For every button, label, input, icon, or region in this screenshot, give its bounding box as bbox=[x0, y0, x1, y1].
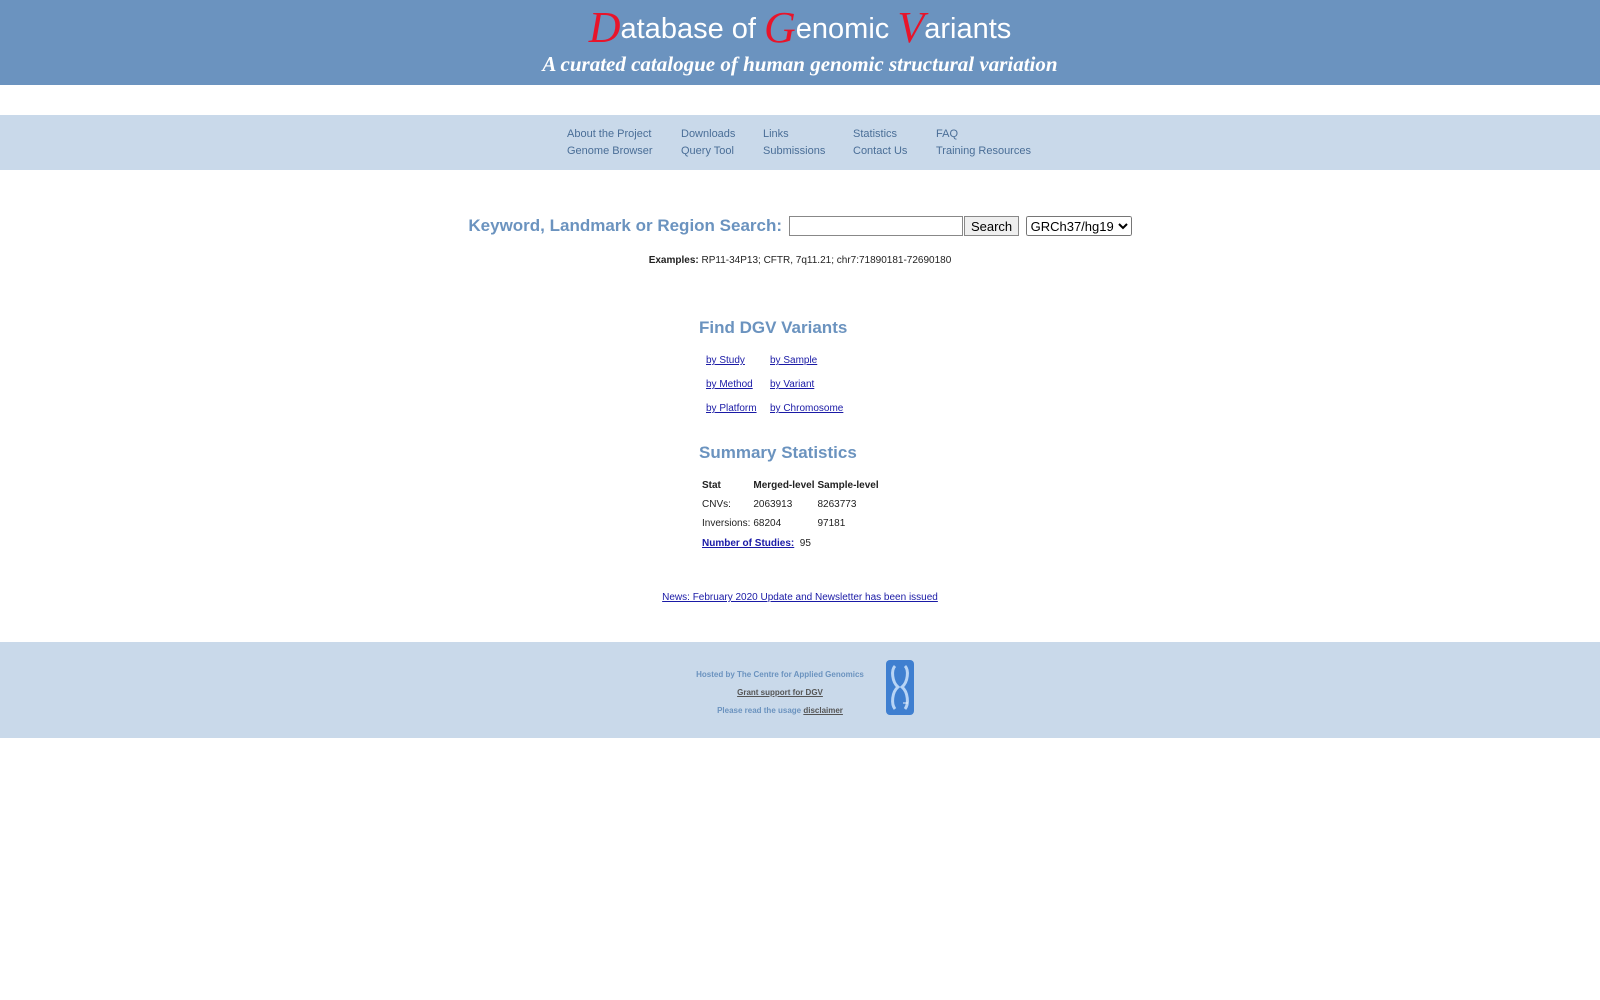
nav-bar: About the Project Downloads Links Statis… bbox=[0, 115, 1600, 170]
stat-cell: CNVs: bbox=[702, 499, 731, 510]
nav-downloads[interactable]: Downloads bbox=[681, 127, 763, 142]
search-row: Keyword, Landmark or Region Search: Sear… bbox=[0, 216, 1600, 236]
find-by-sample-link[interactable]: by Sample bbox=[770, 353, 860, 368]
nav-grid: About the Project Downloads Links Statis… bbox=[567, 127, 1046, 159]
title-cap-g: G bbox=[764, 3, 796, 52]
site-header: Database of Genomic Variants A curated c… bbox=[0, 0, 1600, 85]
site-subtitle: A curated catalogue of human genomic str… bbox=[542, 52, 1058, 76]
nav-links[interactable]: Links bbox=[763, 127, 853, 142]
merged-cell: 68204 bbox=[753, 518, 782, 529]
stat-cell: Inversions: bbox=[702, 518, 751, 529]
nav-submissions[interactable]: Submissions bbox=[763, 144, 853, 159]
summary-statistics-heading: Summary Statistics bbox=[699, 443, 857, 462]
usage-text: Please read the usage bbox=[717, 706, 802, 715]
number-of-studies-link[interactable]: Number of Studies: bbox=[702, 538, 794, 549]
table-header-row: Stat Merged-level Sample-level bbox=[702, 476, 882, 495]
title-part-3: ariants bbox=[924, 13, 1012, 45]
examples-text: RP11-34P13; CFTR, 7q11.21; chr7:71890181… bbox=[701, 255, 952, 266]
nav-contact-us[interactable]: Contact Us bbox=[853, 144, 936, 159]
assembly-select[interactable]: GRCh37/hg19 bbox=[1025, 216, 1132, 236]
tcag-logo-icon[interactable] bbox=[886, 660, 914, 715]
chromosome-icon bbox=[891, 664, 909, 710]
grant-support-link[interactable]: Grant support for DGV bbox=[737, 688, 823, 697]
nav-faq[interactable]: FAQ bbox=[936, 127, 1046, 142]
find-by-variant-link[interactable]: by Variant bbox=[770, 377, 860, 392]
examples-label: Examples: bbox=[648, 255, 699, 266]
news-section: News: February 2020 Update and Newslette… bbox=[0, 592, 1600, 603]
search-button[interactable]: Search bbox=[963, 216, 1020, 236]
number-of-studies-value: 95 bbox=[799, 538, 811, 549]
footer-text: Hosted by The Centre for Applied Genomic… bbox=[660, 666, 900, 720]
find-by-method-link[interactable]: by Method bbox=[706, 377, 770, 392]
search-label: Keyword, Landmark or Region Search: bbox=[468, 216, 783, 235]
search-examples: Examples: RP11-34P13; CFTR, 7q11.21; chr… bbox=[0, 255, 1600, 266]
table-row: Inversions: 68204 97181 bbox=[702, 514, 882, 533]
title-part-2: enomic bbox=[795, 13, 898, 45]
nav-genome-browser[interactable]: Genome Browser bbox=[567, 144, 681, 159]
col-header-stat: Stat bbox=[702, 480, 721, 491]
find-by-chromosome-link[interactable]: by Chromosome bbox=[770, 401, 860, 416]
col-header-merged: Merged-level bbox=[753, 480, 815, 491]
nav-training-resources[interactable]: Training Resources bbox=[936, 144, 1046, 159]
find-variants-links: by Study by Sample by Method by Variant … bbox=[706, 353, 860, 416]
nav-query-tool[interactable]: Query Tool bbox=[681, 144, 763, 159]
find-variants-heading: Find DGV Variants bbox=[699, 318, 848, 337]
site-footer: Hosted by The Centre for Applied Genomic… bbox=[0, 642, 1600, 738]
title-part-1: atabase of bbox=[620, 13, 764, 45]
summary-stats-table: Stat Merged-level Sample-level CNVs: 206… bbox=[702, 476, 882, 533]
sample-cell: 8263773 bbox=[817, 499, 857, 510]
nav-about-the-project[interactable]: About the Project bbox=[567, 127, 681, 142]
sample-cell: 97181 bbox=[817, 518, 846, 529]
title-cap-v: V bbox=[897, 3, 925, 52]
merged-cell: 2063913 bbox=[753, 499, 793, 510]
col-header-sample: Sample-level bbox=[817, 480, 879, 491]
nav-statistics[interactable]: Statistics bbox=[853, 127, 936, 142]
news-link[interactable]: News: February 2020 Update and Newslette… bbox=[662, 592, 938, 603]
number-of-studies: Number of Studies: 95 bbox=[702, 538, 811, 549]
find-by-study-link[interactable]: by Study bbox=[706, 353, 770, 368]
table-row: CNVs: 2063913 8263773 bbox=[702, 495, 882, 514]
disclaimer-link[interactable]: disclaimer bbox=[803, 706, 843, 715]
site-title: Database of Genomic Variants bbox=[0, 2, 1600, 53]
search-input[interactable] bbox=[789, 216, 964, 236]
hosted-by-text: Hosted by The Centre for Applied Genomic… bbox=[696, 670, 864, 679]
find-by-platform-link[interactable]: by Platform bbox=[706, 401, 770, 416]
title-cap-d: D bbox=[588, 3, 621, 52]
